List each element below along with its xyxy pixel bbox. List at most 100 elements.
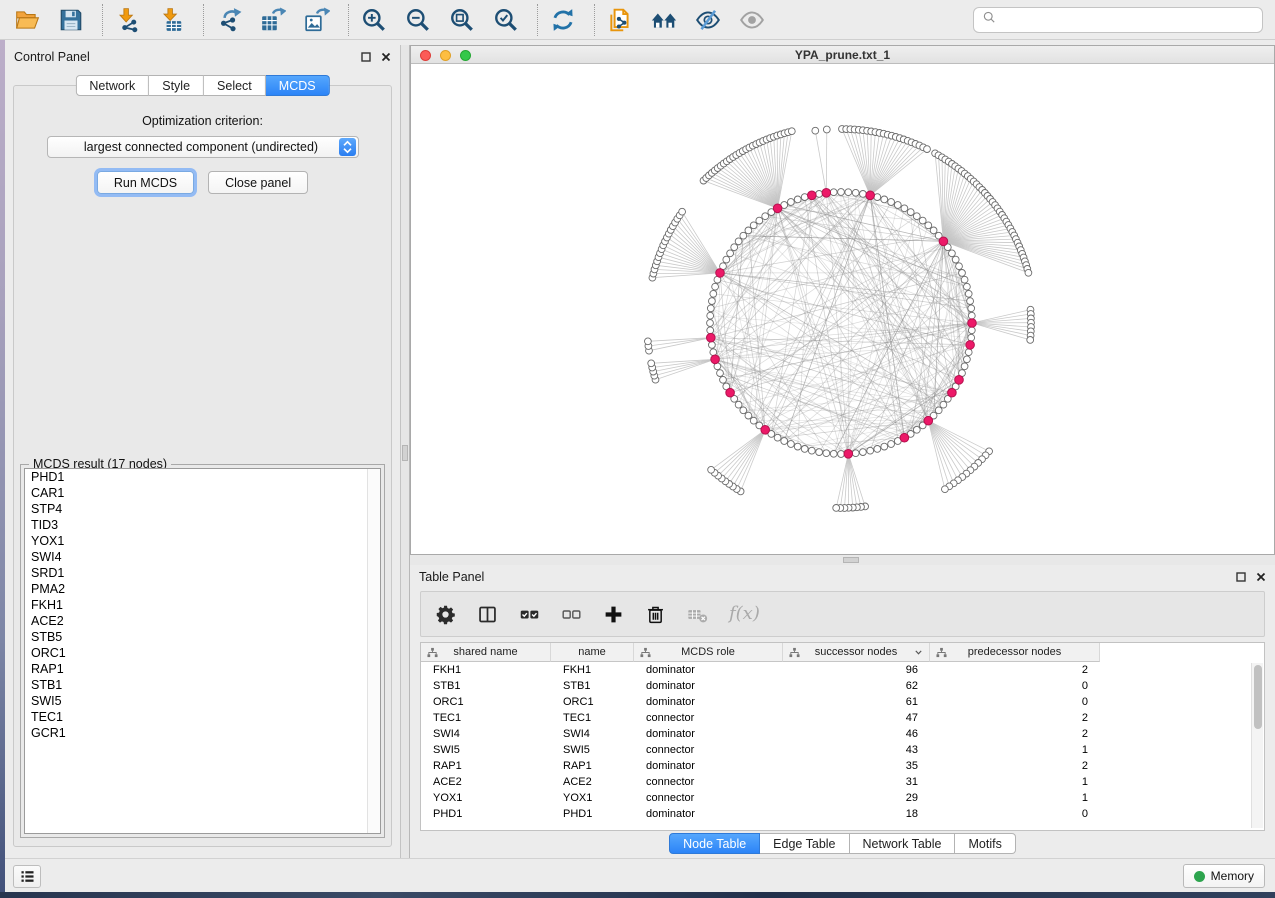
mcds-node[interactable] <box>726 388 735 397</box>
mcds-result-list[interactable]: PHD1CAR1STP4TID3YOX1SWI4SRD1PMA2FKH1ACE2… <box>24 468 381 834</box>
column-header-MCDS-role[interactable]: MCDS role <box>634 643 783 662</box>
mcds-result-item[interactable]: STB1 <box>25 677 380 693</box>
mcds-result-item[interactable]: RAP1 <box>25 661 380 677</box>
table-row[interactable]: PHD1PHD1dominator180 <box>421 806 1264 822</box>
hide-graphics-details-button[interactable] <box>693 5 723 35</box>
mcds-node[interactable] <box>844 450 853 459</box>
mcds-result-item[interactable]: STB5 <box>25 629 380 645</box>
mcds-result-item[interactable]: CAR1 <box>25 485 380 501</box>
table-row[interactable]: SWI4SWI4dominator462 <box>421 726 1264 742</box>
mcds-node[interactable] <box>966 341 975 350</box>
mcds-node[interactable] <box>711 355 720 364</box>
search-input[interactable] <box>1003 13 1254 27</box>
toolbar-separator <box>203 4 204 36</box>
open-file-button[interactable] <box>12 5 42 35</box>
table-row[interactable]: ORC1ORC1dominator610 <box>421 694 1264 710</box>
table-row[interactable]: ACE2ACE2connector311 <box>421 774 1264 790</box>
column-header-predecessor-nodes[interactable]: predecessor nodes <box>930 643 1100 662</box>
float-panel-button[interactable] <box>359 50 372 63</box>
gear-button[interactable] <box>433 602 458 627</box>
mcds-result-item[interactable]: PMA2 <box>25 581 380 597</box>
save-session-button[interactable] <box>56 5 86 35</box>
mcds-result-item[interactable]: ORC1 <box>25 645 380 661</box>
close-panel-button-icon[interactable] <box>1254 570 1267 583</box>
delete-button[interactable] <box>643 602 668 627</box>
splitter-grip[interactable] <box>402 445 408 461</box>
mcds-result-item[interactable]: YOX1 <box>25 533 380 549</box>
table-row[interactable]: YOX1YOX1connector291 <box>421 790 1264 806</box>
table-row[interactable]: RAP1RAP1dominator352 <box>421 758 1264 774</box>
zoom-selected-button[interactable] <box>491 5 521 35</box>
mcds-node[interactable] <box>866 191 875 200</box>
select-all-button[interactable] <box>517 602 542 627</box>
mcds-node[interactable] <box>900 433 909 442</box>
float-panel-button[interactable] <box>1234 570 1247 583</box>
network-overview-button[interactable] <box>649 5 679 35</box>
memory-button[interactable]: Memory <box>1183 864 1265 888</box>
import-network-button[interactable] <box>113 5 143 35</box>
tab-network[interactable]: Network <box>75 75 149 96</box>
tab-style[interactable]: Style <box>149 75 204 96</box>
mcds-node[interactable] <box>773 204 782 213</box>
table-row[interactable]: TEC1TEC1connector472 <box>421 710 1264 726</box>
mcds-result-item[interactable]: STP4 <box>25 501 380 517</box>
network-graph[interactable] <box>411 64 1274 554</box>
table-row[interactable]: SWI5SWI5connector431 <box>421 742 1264 758</box>
zoom-in-button[interactable] <box>359 5 389 35</box>
mcds-node[interactable] <box>939 237 948 246</box>
mcds-node[interactable] <box>822 189 831 198</box>
clone-network-button[interactable] <box>605 5 635 35</box>
close-panel-button-icon[interactable] <box>379 50 392 63</box>
mcds-result-item[interactable]: TEC1 <box>25 709 380 725</box>
vertical-splitter[interactable] <box>400 45 410 858</box>
optimization-criterion-select[interactable]: largest connected component (undirected) <box>47 136 359 158</box>
mcds-node[interactable] <box>955 376 964 385</box>
columns-button[interactable] <box>475 602 500 627</box>
mcds-node[interactable] <box>924 416 933 425</box>
mcds-result-item[interactable]: GCR1 <box>25 725 380 741</box>
zoom-out-button[interactable] <box>403 5 433 35</box>
mcds-node[interactable] <box>808 191 817 200</box>
zoom-fit-button[interactable] <box>447 5 477 35</box>
add-button[interactable] <box>601 602 626 627</box>
mcds-result-item[interactable]: FKH1 <box>25 597 380 613</box>
tab-motifs[interactable]: Motifs <box>955 833 1015 854</box>
horizontal-splitter[interactable] <box>410 555 1275 565</box>
run-mcds-button[interactable]: Run MCDS <box>97 171 194 194</box>
table-row[interactable]: STB1STB1dominator620 <box>421 678 1264 694</box>
table-scrollbar[interactable] <box>1251 663 1263 828</box>
mcds-node[interactable] <box>948 388 957 397</box>
tab-select[interactable]: Select <box>204 75 266 96</box>
scrollbar-thumb[interactable] <box>1254 665 1262 729</box>
refresh-button[interactable] <box>548 5 578 35</box>
tab-network-table[interactable]: Network Table <box>850 833 956 854</box>
mcds-result-item[interactable]: SWI4 <box>25 549 380 565</box>
table-row[interactable]: FKH1FKH1dominator962 <box>421 662 1264 678</box>
mcds-result-item[interactable]: SWI5 <box>25 693 380 709</box>
mcds-result-item[interactable]: SRD1 <box>25 565 380 581</box>
mcds-node[interactable] <box>761 426 770 435</box>
close-panel-button[interactable]: Close panel <box>208 171 308 194</box>
show-graphics-details-button[interactable] <box>737 5 767 35</box>
column-header-name[interactable]: name <box>551 643 634 662</box>
mcds-result-item[interactable]: TID3 <box>25 517 380 533</box>
mcds-result-item[interactable]: ACE2 <box>25 613 380 629</box>
mcds-node[interactable] <box>707 333 716 342</box>
task-history-button[interactable] <box>13 865 41 888</box>
mcds-node[interactable] <box>968 319 977 328</box>
mcds-node[interactable] <box>716 269 725 278</box>
mcds-result-item[interactable]: PHD1 <box>25 469 380 485</box>
export-table-button[interactable] <box>258 5 288 35</box>
export-image-button[interactable] <box>302 5 332 35</box>
column-header-shared-name[interactable]: shared name <box>421 643 551 662</box>
import-table-button[interactable] <box>157 5 187 35</box>
network-canvas[interactable] <box>411 64 1274 554</box>
tab-edge-table[interactable]: Edge Table <box>760 833 849 854</box>
tab-mcds[interactable]: MCDS <box>266 75 330 96</box>
column-header-successor-nodes[interactable]: successor nodes <box>783 643 930 662</box>
splitter-grip[interactable] <box>843 557 859 563</box>
export-network-button[interactable] <box>214 5 244 35</box>
deselect-all-button[interactable] <box>559 602 584 627</box>
mcds-list-scrollbar[interactable] <box>367 469 380 833</box>
tab-node-table[interactable]: Node Table <box>669 833 760 854</box>
